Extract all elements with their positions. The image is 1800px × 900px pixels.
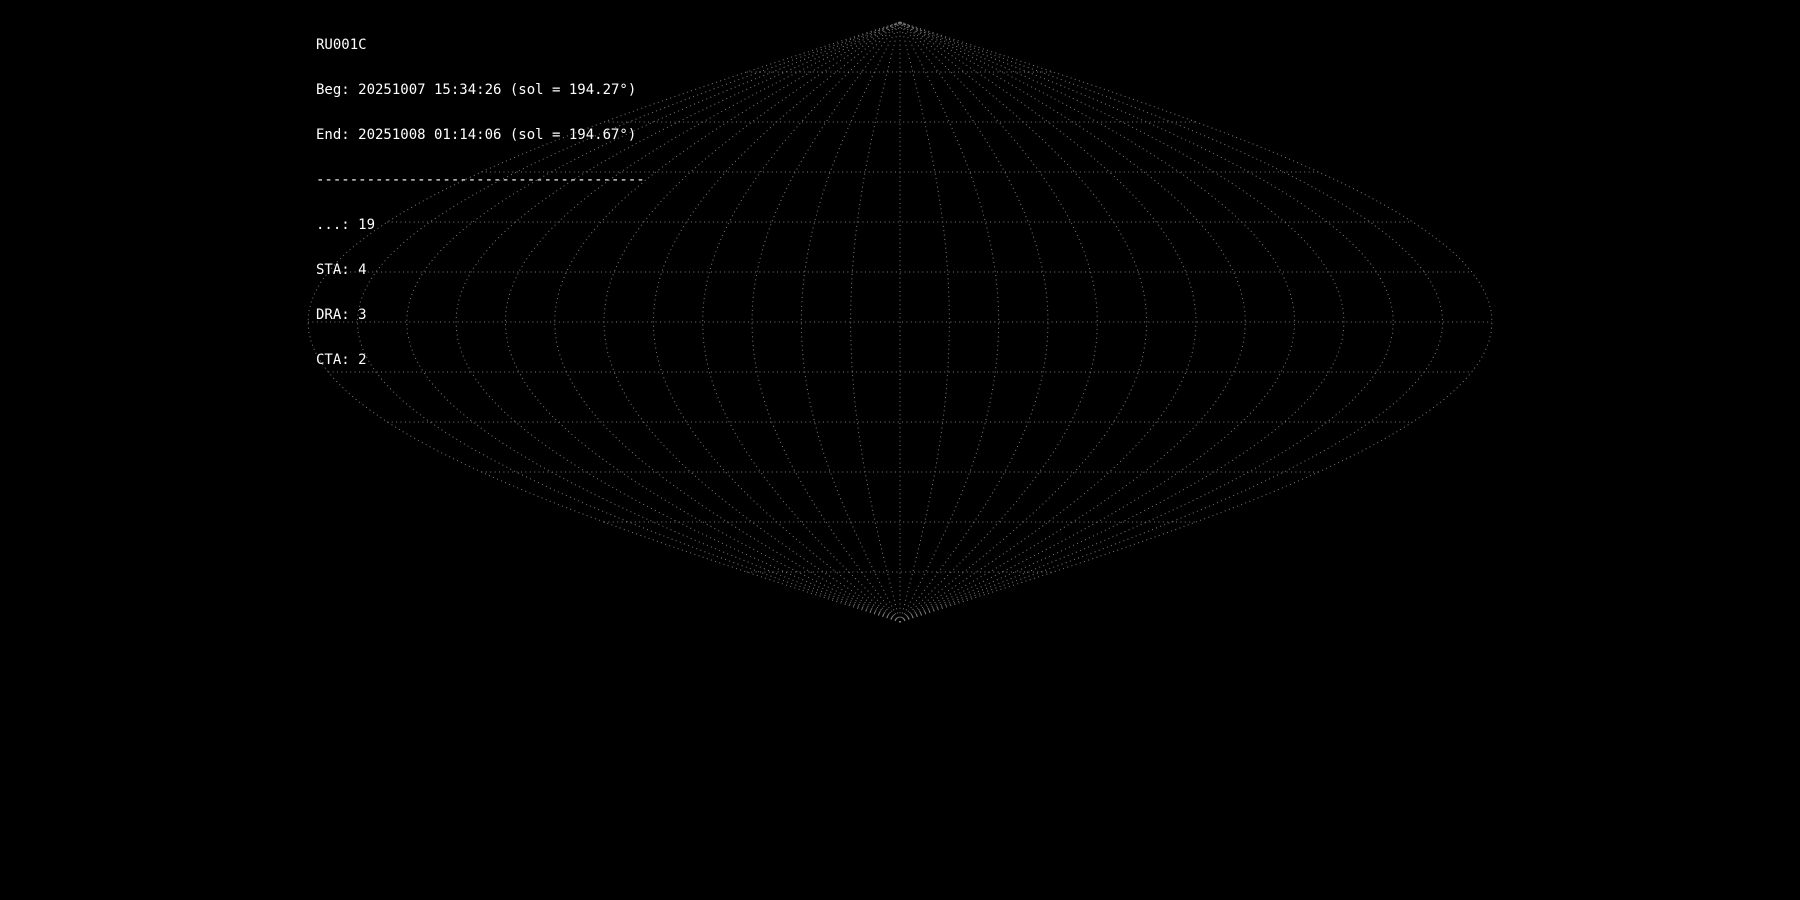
count-cta: CTA: 2	[316, 352, 367, 368]
count-sporadics: ...: 19	[316, 217, 376, 233]
station-id: RU001C	[316, 37, 367, 53]
observation-info: RU001C Beg: 20251007 15:34:26 (sol = 194…	[316, 8, 645, 398]
radiant-activity-screen: RU001C Beg: 20251007 15:34:26 (sol = 194…	[0, 0, 1800, 900]
count-sta: STA: 4	[316, 262, 367, 278]
end-time-line: End: 20251008 01:14:06 (sol = 194.67°)	[316, 127, 637, 143]
divider-line: ---------------------------------------	[316, 172, 645, 188]
plot-canvas	[307, 21, 1493, 623]
begin-time-line: Beg: 20251007 15:34:26 (sol = 194.27°)	[316, 82, 637, 98]
count-dra: DRA: 3	[316, 307, 367, 323]
